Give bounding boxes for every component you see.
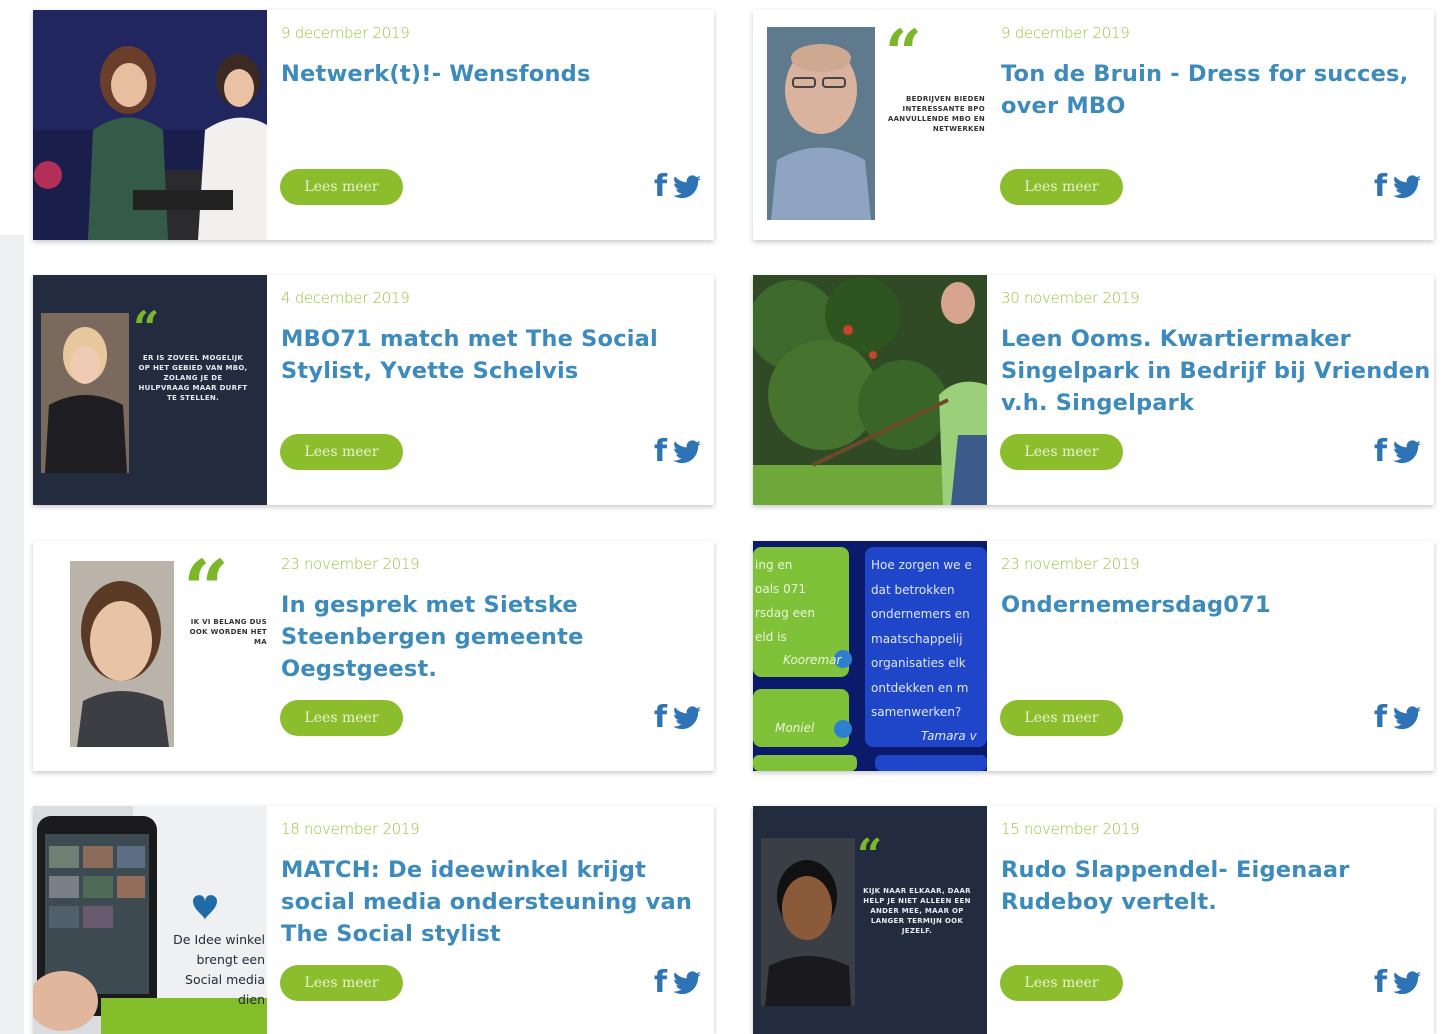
- news-card[interactable]: “ IK VI BELANG DUS OOK WORDEN HET MA 23 …: [33, 541, 714, 771]
- card-date: 4 december 2019: [281, 289, 410, 307]
- chat-author: Kooremar: [783, 653, 842, 667]
- read-more-button[interactable]: Lees meer: [1000, 169, 1123, 205]
- twitter-icon[interactable]: [673, 971, 701, 995]
- share-buttons: f: [1374, 172, 1421, 202]
- news-card[interactable]: “ BEDRIJVEN BIEDEN INTERESSANTE BPO AANV…: [753, 10, 1434, 240]
- twitter-icon[interactable]: [1393, 706, 1421, 730]
- quote-text: IK VI BELANG DUS OOK WORDEN HET MA: [189, 618, 267, 646]
- card-date: 15 november 2019: [1001, 820, 1140, 838]
- read-more-button[interactable]: Lees meer: [280, 700, 403, 736]
- card-date: 9 december 2019: [1001, 24, 1130, 42]
- twitter-icon[interactable]: [673, 706, 701, 730]
- read-more-button[interactable]: Lees meer: [1000, 700, 1123, 736]
- card-image[interactable]: [33, 10, 267, 240]
- read-more-button[interactable]: Lees meer: [1000, 434, 1123, 470]
- quote-text: KIJK NAAR ELKAAR, DAAR HELP JE NIET ALLE…: [863, 887, 971, 935]
- news-card[interactable]: “ KIJK NAAR ELKAAR, DAAR HELP JE NIET AL…: [753, 806, 1434, 1034]
- twitter-icon[interactable]: [1393, 175, 1421, 199]
- quote-icon: “: [885, 16, 922, 91]
- facebook-icon[interactable]: f: [1374, 172, 1387, 202]
- card-title[interactable]: MBO71 match met The Social Stylist, Yvet…: [281, 323, 711, 387]
- chat-bubble-right: Hoe zorgen we e dat betrokken ondernemer…: [871, 558, 972, 719]
- card-title[interactable]: Netwerk(t)!- Wensfonds: [281, 58, 711, 90]
- facebook-icon[interactable]: f: [654, 703, 667, 733]
- news-card[interactable]: ing en oals 071 rsdag een eld is Koorema…: [753, 541, 1434, 771]
- news-card[interactable]: De Idee winkel brengt een Social media d…: [33, 806, 714, 1034]
- share-buttons: f: [1374, 437, 1421, 467]
- card-date: 30 november 2019: [1001, 289, 1140, 307]
- card-title[interactable]: Leen Ooms. Kwartiermaker Singelpark in B…: [1001, 323, 1431, 419]
- facebook-icon[interactable]: f: [1374, 703, 1387, 733]
- card-title[interactable]: Rudo Slappendel- Eigenaar Rudeboy vertel…: [1001, 854, 1431, 918]
- card-image[interactable]: “ ER IS ZOVEEL MOGELIJK OP HET GEBIED VA…: [33, 275, 267, 505]
- card-image[interactable]: “ KIJK NAAR ELKAAR, DAAR HELP JE NIET AL…: [753, 806, 987, 1034]
- news-card[interactable]: “ ER IS ZOVEEL MOGELIJK OP HET GEBIED VA…: [33, 275, 714, 505]
- facebook-icon[interactable]: f: [654, 437, 667, 467]
- read-more-button[interactable]: Lees meer: [280, 169, 403, 205]
- card-image[interactable]: “ IK VI BELANG DUS OOK WORDEN HET MA: [33, 541, 267, 771]
- card-image[interactable]: [753, 275, 987, 505]
- read-more-button[interactable]: Lees meer: [1000, 965, 1123, 1001]
- share-buttons: f: [654, 703, 701, 733]
- quote-icon: “: [857, 830, 883, 881]
- photo-caption: De Idee winkel brengt een Social media d…: [173, 932, 265, 1007]
- facebook-icon[interactable]: f: [654, 968, 667, 998]
- facebook-icon[interactable]: f: [654, 172, 667, 202]
- chat-author: Moniel: [775, 721, 815, 735]
- facebook-icon[interactable]: f: [1374, 437, 1387, 467]
- page-side-strip: [0, 235, 24, 1034]
- quote-text: ER IS ZOVEEL MOGELIJK OP HET GEBIED VAN …: [138, 354, 248, 402]
- share-buttons: f: [654, 172, 701, 202]
- news-card[interactable]: 30 november 2019 Leen Ooms. Kwartiermake…: [753, 275, 1434, 505]
- card-date: 9 december 2019: [281, 24, 410, 42]
- quote-icon: “: [133, 301, 160, 355]
- card-date: 23 november 2019: [1001, 555, 1140, 573]
- share-buttons: f: [1374, 968, 1421, 998]
- share-buttons: f: [654, 968, 701, 998]
- quote-text: BEDRIJVEN BIEDEN INTERESSANTE BPO AANVUL…: [887, 95, 985, 133]
- card-image[interactable]: “ BEDRIJVEN BIEDEN INTERESSANTE BPO AANV…: [753, 10, 987, 240]
- twitter-icon[interactable]: [1393, 971, 1421, 995]
- card-title[interactable]: Ton de Bruin - Dress for succes, over MB…: [1001, 58, 1431, 122]
- card-date: 23 november 2019: [281, 555, 420, 573]
- card-image[interactable]: De Idee winkel brengt een Social media d…: [33, 806, 267, 1034]
- chat-author: Tamara v: [921, 729, 977, 743]
- card-title[interactable]: MATCH: De ideewinkel krijgt social media…: [281, 854, 711, 950]
- card-date: 18 november 2019: [281, 820, 420, 838]
- twitter-icon[interactable]: [1393, 440, 1421, 464]
- card-title[interactable]: Ondernemersdag071: [1001, 589, 1431, 621]
- card-title[interactable]: In gesprek met Sietske Steenbergen gemee…: [281, 589, 711, 685]
- facebook-icon[interactable]: f: [1374, 968, 1387, 998]
- share-buttons: f: [654, 437, 701, 467]
- share-buttons: f: [1374, 703, 1421, 733]
- twitter-icon[interactable]: [673, 175, 701, 199]
- read-more-button[interactable]: Lees meer: [280, 965, 403, 1001]
- twitter-icon[interactable]: [673, 440, 701, 464]
- read-more-button[interactable]: Lees meer: [280, 434, 403, 470]
- chat-bubble-left: ing en oals 071 rsdag een eld is: [755, 558, 815, 644]
- news-card[interactable]: 9 december 2019 Netwerk(t)!- Wensfonds L…: [33, 10, 714, 240]
- card-image[interactable]: ing en oals 071 rsdag een eld is Koorema…: [753, 541, 987, 771]
